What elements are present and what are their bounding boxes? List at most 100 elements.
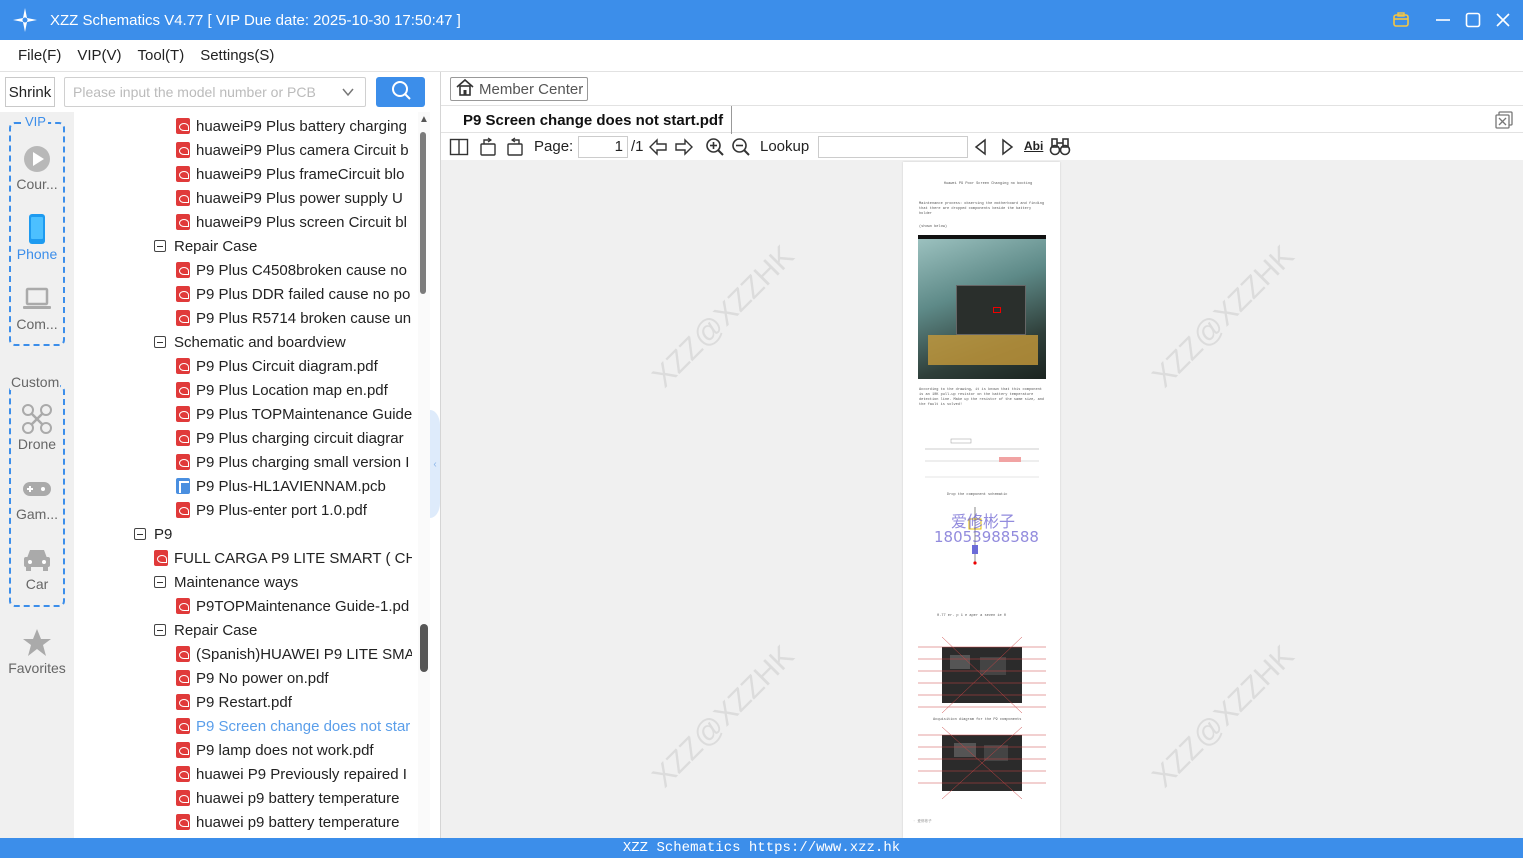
page-label: Page: — [534, 138, 574, 155]
tree-folder[interactable]: Repair Case — [154, 234, 257, 258]
rail-item-phone[interactable]: Phone — [5, 212, 69, 262]
scroll-thumb[interactable] — [420, 624, 428, 672]
pdf-para2: According to the drawing, it is known th… — [919, 388, 1045, 407]
pdf-file-icon — [176, 454, 190, 470]
tree-file[interactable]: P9 Screen change does not star — [176, 714, 410, 738]
pdf-file-icon — [176, 670, 190, 686]
tree-folder[interactable]: P9 — [134, 522, 172, 546]
pdf-viewer[interactable]: XZZ@XZZHK XZZ@XZZHK XZZ@XZZHK XZZ@XZZHK … — [441, 160, 1523, 838]
previous-page-icon[interactable] — [648, 137, 668, 157]
scroll-up-icon[interactable]: ▲ — [419, 114, 429, 125]
menu-vip[interactable]: VIP(V) — [77, 47, 121, 64]
member-center-label: Member Center — [479, 80, 584, 98]
collapse-toggle-icon[interactable] — [154, 336, 166, 348]
rail-item-computer[interactable]: Com... — [5, 282, 69, 332]
tree-file[interactable]: P9 Plus TOPMaintenance Guide — [176, 402, 412, 426]
rotate-right-icon[interactable] — [505, 137, 525, 157]
tab-current-document[interactable]: P9 Screen change does not start.pdf — [455, 106, 733, 134]
tree-item-label: P9 No power on.pdf — [196, 669, 329, 687]
tree-file[interactable]: huaweiP9 Plus camera Circuit b — [176, 138, 409, 162]
find-next-icon[interactable] — [997, 137, 1017, 157]
chevron-down-icon[interactable] — [341, 85, 355, 102]
tree-folder[interactable]: Schematic and boardview — [154, 330, 346, 354]
lookup-label: Lookup — [760, 138, 810, 155]
tree-file[interactable]: P9 Restart.pdf — [176, 690, 292, 714]
watermark: XZZ@XZZHK — [1146, 639, 1301, 794]
rotate-left-icon[interactable] — [478, 137, 498, 157]
tree-file[interactable]: huawei p9 battery temperature — [176, 810, 399, 834]
menu-settings[interactable]: Settings(S) — [200, 47, 274, 64]
tree-file[interactable]: P9 lamp does not work.pdf — [176, 738, 374, 762]
collapse-toggle-icon[interactable] — [154, 624, 166, 636]
tree-item-label: huaweiP9 Plus frameCircuit blo — [196, 165, 405, 183]
tree-file[interactable]: P9 No power on.pdf — [176, 666, 329, 690]
chevron-left-icon: ‹ — [433, 458, 437, 470]
board-photo — [918, 235, 1046, 379]
rail-item-label: Drone — [17, 436, 57, 452]
rail-item-label: Com... — [16, 316, 58, 332]
member-center-button[interactable]: Member Center — [450, 77, 588, 101]
tree-file[interactable]: huawei p9 battery temperature — [176, 786, 399, 810]
match-case-icon[interactable]: Abi — [1024, 139, 1044, 159]
tree-file[interactable]: P9 Plus C4508broken cause no — [176, 258, 407, 282]
tree-file[interactable]: P9 Plus charging circuit diagrar — [176, 426, 404, 450]
panel-collapse-handle[interactable]: ‹ — [430, 410, 440, 518]
tree-folder[interactable]: Maintenance ways — [154, 570, 298, 594]
pdf-file-icon — [176, 190, 190, 206]
close-button[interactable] — [1493, 10, 1513, 30]
scroll-thumb[interactable] — [420, 132, 426, 294]
collapse-toggle-icon[interactable] — [154, 576, 166, 588]
tree-file[interactable]: FULL CARGA P9 LITE SMART ( CHA — [154, 546, 412, 570]
rail-item-car[interactable]: Car — [5, 542, 69, 592]
tree-file[interactable]: P9 Plus charging small version I — [176, 450, 409, 474]
tree-scrollbar[interactable]: ▲ — [418, 112, 430, 838]
rail-item-drone[interactable]: Drone — [5, 402, 69, 452]
tree-item-label: P9 Plus charging small version I — [196, 453, 410, 471]
rail-item-courses[interactable]: Cour... — [5, 142, 69, 192]
menu-file[interactable]: File(F) — [18, 47, 61, 64]
tree-item-label: huaweiP9 Plus camera Circuit b — [196, 141, 409, 159]
tree-file[interactable]: P9 Plus Location map en.pdf — [176, 378, 388, 402]
tree-file[interactable]: huaweiP9 Plus power supply U — [176, 186, 403, 210]
wallet-icon[interactable] — [1391, 10, 1411, 30]
tree-file[interactable]: huaweiP9 Plus battery charging — [176, 114, 407, 138]
minimize-button[interactable] — [1433, 10, 1453, 30]
menu-tool[interactable]: Tool(T) — [138, 47, 185, 64]
lookup-input[interactable] — [818, 136, 968, 158]
maximize-button[interactable] — [1463, 10, 1483, 30]
search-input[interactable]: Please input the model number or PCB — [64, 77, 366, 107]
watermark: XZZ@XZZHK — [646, 639, 801, 794]
shrink-button[interactable]: Shrink — [5, 77, 55, 107]
tree-item-label: (Spanish)HUAWEI P9 LITE SMAI — [196, 645, 412, 663]
pdf-intro: Maintenance process: observing the mothe… — [919, 202, 1045, 216]
rail-item-game[interactable]: Gam... — [5, 472, 69, 522]
tree-folder[interactable]: Repair Case — [154, 618, 257, 642]
watermark: XZZ@XZZHK — [1146, 239, 1301, 394]
rail-item-favorites[interactable]: Favorites — [5, 626, 69, 676]
tree-item-label: Repair Case — [174, 621, 258, 639]
find-previous-icon[interactable] — [971, 137, 991, 157]
zoom-in-icon[interactable] — [705, 137, 725, 157]
search-button[interactable] — [376, 77, 425, 107]
next-page-icon[interactable] — [674, 137, 694, 157]
tree-file[interactable]: huaweiP9 Plus screen Circuit bl — [176, 210, 407, 234]
tree-file[interactable]: P9 Plus Circuit diagram.pdf — [176, 354, 378, 378]
tree-file[interactable]: P9 Plus R5714 broken cause un — [176, 306, 411, 330]
page-number-input[interactable]: 1 — [578, 136, 628, 158]
tree-file[interactable]: huawei P9 Previously repaired I — [176, 762, 407, 786]
pdf-caption1: Drop the component schematic — [947, 493, 1008, 497]
window-title: XZZ Schematics V4.77 [ VIP Due date: 202… — [50, 11, 461, 29]
binoculars-icon[interactable] — [1049, 137, 1071, 157]
zoom-out-icon[interactable] — [731, 137, 751, 157]
tree-file[interactable]: P9 Plus-HL1AVIENNAM.pcb — [176, 474, 386, 498]
tree-file[interactable]: P9 Plus-enter port 1.0.pdf — [176, 498, 367, 522]
pdf-page: Huawei P9 Poor Screen Changing no bootin… — [903, 162, 1060, 838]
tree-file[interactable]: (Spanish)HUAWEI P9 LITE SMAI — [176, 642, 412, 666]
tree-file[interactable]: P9 Plus DDR failed cause no po — [176, 282, 410, 306]
tree-file[interactable]: P9TOPMaintenance Guide-1.pd — [176, 594, 409, 618]
tree-file[interactable]: huaweiP9 Plus frameCircuit blo — [176, 162, 404, 186]
close-all-tabs-icon[interactable] — [1495, 111, 1513, 129]
collapse-toggle-icon[interactable] — [134, 528, 146, 540]
sidebar-toggle-icon[interactable] — [449, 137, 469, 157]
collapse-toggle-icon[interactable] — [154, 240, 166, 252]
